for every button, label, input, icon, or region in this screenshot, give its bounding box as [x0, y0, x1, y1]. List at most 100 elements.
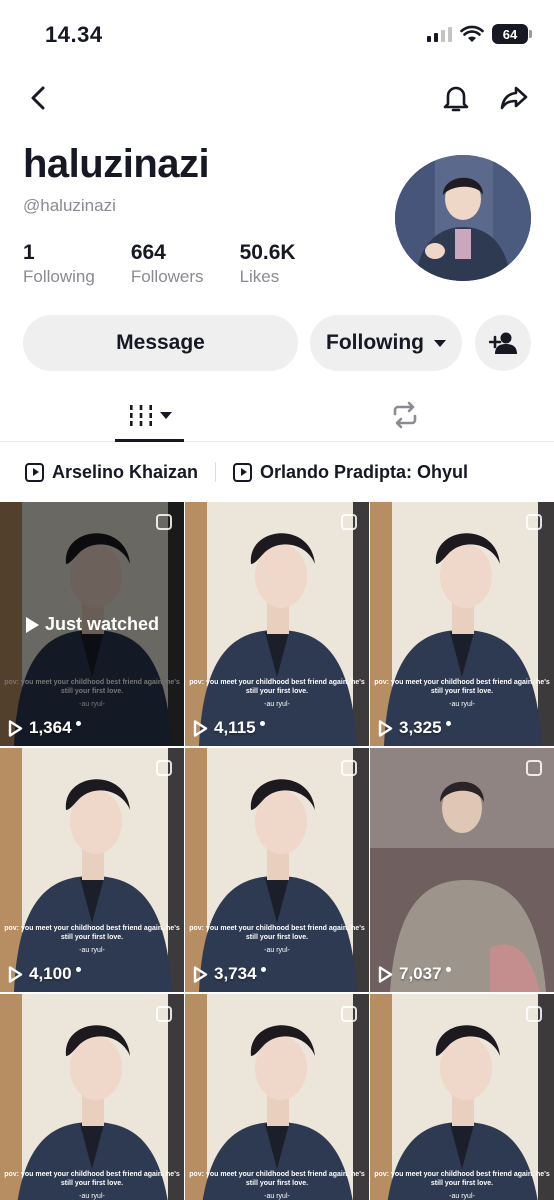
top-navigation	[0, 78, 554, 118]
stat-followers[interactable]: 664 Followers	[131, 240, 204, 288]
view-count: 1,364	[8, 718, 81, 738]
select-checkbox-icon[interactable]	[156, 1006, 172, 1022]
view-count-value: 3,325	[399, 718, 442, 737]
video-caption-text: pov: you meet your childhood best friend…	[374, 679, 550, 695]
share-button[interactable]	[494, 78, 534, 118]
dot-indicator	[75, 966, 81, 972]
video-thumbnail-cell[interactable]: pov: you meet your childhood best friend…	[0, 748, 184, 992]
stat-value: 50.6K	[239, 241, 296, 264]
grid-videos-icon	[129, 405, 152, 426]
status-bar: 14.34 64	[0, 0, 554, 70]
tab-videos[interactable]	[115, 388, 184, 442]
video-thumbnail-cell[interactable]: pov: you meet your childhood best friend…	[370, 502, 554, 746]
playlist-item[interactable]: Orlando Pradipta: Ohyul	[233, 462, 468, 483]
play-outline-icon	[193, 719, 208, 737]
video-caption-text: pov: you meet your childhood best friend…	[4, 925, 180, 941]
add-user-icon	[489, 332, 517, 354]
stat-following[interactable]: 1 Following	[23, 240, 95, 288]
just-watched-badge: Just watched	[26, 614, 159, 635]
select-checkbox-icon[interactable]	[526, 1006, 542, 1022]
repost-icon	[393, 401, 416, 429]
playlist-icon	[233, 462, 253, 482]
active-tab-indicator	[115, 439, 184, 442]
following-button[interactable]: Following	[310, 315, 462, 371]
select-checkbox-icon[interactable]	[341, 760, 357, 776]
dot-indicator	[75, 720, 81, 726]
stat-label: Followers	[130, 267, 204, 286]
select-checkbox-icon[interactable]	[156, 760, 172, 776]
video-caption-text: pov: you meet your childhood best friend…	[189, 679, 365, 695]
video-caption-author: -au ryul-	[264, 701, 290, 708]
video-thumbnail-cell[interactable]: pov: you meet your childhood best friend…	[0, 994, 184, 1200]
stat-value: 1	[23, 241, 35, 264]
select-checkbox-icon[interactable]	[156, 514, 172, 530]
select-checkbox-icon[interactable]	[341, 1006, 357, 1022]
video-caption-author: -au ryul-	[264, 1193, 290, 1200]
just-watched-label: Just watched	[45, 614, 160, 634]
cellular-signal-icon	[427, 26, 452, 42]
caret-down-icon	[433, 339, 446, 347]
view-count: 4,115	[193, 718, 265, 738]
add-friend-button[interactable]	[475, 315, 531, 371]
stat-value: 664	[130, 241, 166, 264]
status-time: 14.34	[45, 22, 103, 47]
video-caption: pov: you meet your childhood best friend…	[185, 678, 369, 709]
dot-indicator	[445, 966, 451, 972]
playlist-row: Arselino Khaizan Orlando Pradipta: Ohyul	[0, 452, 554, 492]
play-outline-icon	[378, 719, 393, 737]
video-caption-text: pov: you meet your childhood best friend…	[189, 925, 365, 941]
video-thumbnail-cell[interactable]: pov: you meet your childhood best friend…	[370, 994, 554, 1200]
video-grid: pov: you meet your childhood best friend…	[0, 502, 554, 1200]
view-count-value: 7,037	[399, 964, 442, 983]
video-caption: pov: you meet your childhood best friend…	[0, 924, 184, 955]
play-outline-icon	[8, 719, 23, 737]
video-caption-author: -au ryul-	[264, 947, 290, 954]
stat-likes[interactable]: 50.6K Likes	[240, 240, 296, 288]
video-caption: pov: you meet your childhood best friend…	[185, 1170, 369, 1200]
video-caption-author: -au ryul-	[449, 701, 475, 708]
video-caption-author: -au ryul-	[79, 947, 105, 954]
view-count-value: 1,364	[29, 718, 72, 737]
playlist-item[interactable]: Arselino Khaizan	[25, 462, 198, 483]
video-caption-author: -au ryul-	[449, 1193, 475, 1200]
wifi-icon	[460, 25, 484, 42]
view-count: 3,734	[193, 964, 266, 984]
play-outline-icon	[193, 965, 208, 983]
play-outline-icon	[378, 965, 393, 983]
battery-icon: 64	[492, 24, 532, 44]
video-thumbnail-cell[interactable]: pov: you meet your childhood best friend…	[185, 748, 369, 992]
dot-indicator	[445, 720, 451, 726]
message-button-label: Message	[116, 331, 205, 354]
profile-handle: @haluzinazi	[23, 196, 116, 215]
video-thumbnail-cell[interactable]: 7,037	[370, 748, 554, 992]
video-caption: pov: you meet your childhood best friend…	[370, 678, 554, 709]
profile-tabs	[0, 388, 554, 442]
select-checkbox-icon[interactable]	[341, 514, 357, 530]
video-caption-text: pov: you meet your childhood best friend…	[189, 1171, 365, 1187]
video-caption-text: pov: you meet your childhood best friend…	[374, 1171, 550, 1187]
video-thumbnail	[0, 748, 184, 992]
video-thumbnail-cell[interactable]: pov: you meet your childhood best friend…	[185, 994, 369, 1200]
select-checkbox-icon[interactable]	[526, 514, 542, 530]
bell-icon	[443, 86, 469, 112]
avatar[interactable]	[395, 155, 531, 281]
play-icon	[26, 616, 39, 633]
video-thumbnail-cell[interactable]: pov: you meet your childhood best friend…	[185, 502, 369, 746]
view-count: 3,325	[378, 718, 451, 738]
video-thumbnail	[185, 502, 369, 746]
profile-stats: 1 Following 664 Followers 50.6K Likes	[23, 240, 332, 288]
video-thumbnail	[370, 748, 554, 992]
view-count-value: 3,734	[214, 964, 257, 983]
message-button[interactable]: Message	[23, 315, 298, 371]
avatar-photo	[395, 155, 531, 281]
select-checkbox-icon[interactable]	[526, 760, 542, 776]
view-count-value: 4,100	[29, 964, 72, 983]
play-outline-icon	[8, 965, 23, 983]
following-button-label: Following	[326, 331, 424, 354]
tab-reposts[interactable]	[370, 388, 439, 442]
notifications-button[interactable]	[436, 78, 476, 118]
profile-name: haluzinazi	[23, 142, 210, 186]
video-thumbnail-cell[interactable]: pov: you meet your childhood best friend…	[0, 502, 184, 746]
profile-actions: Message Following	[0, 315, 554, 371]
back-button[interactable]	[18, 78, 58, 118]
